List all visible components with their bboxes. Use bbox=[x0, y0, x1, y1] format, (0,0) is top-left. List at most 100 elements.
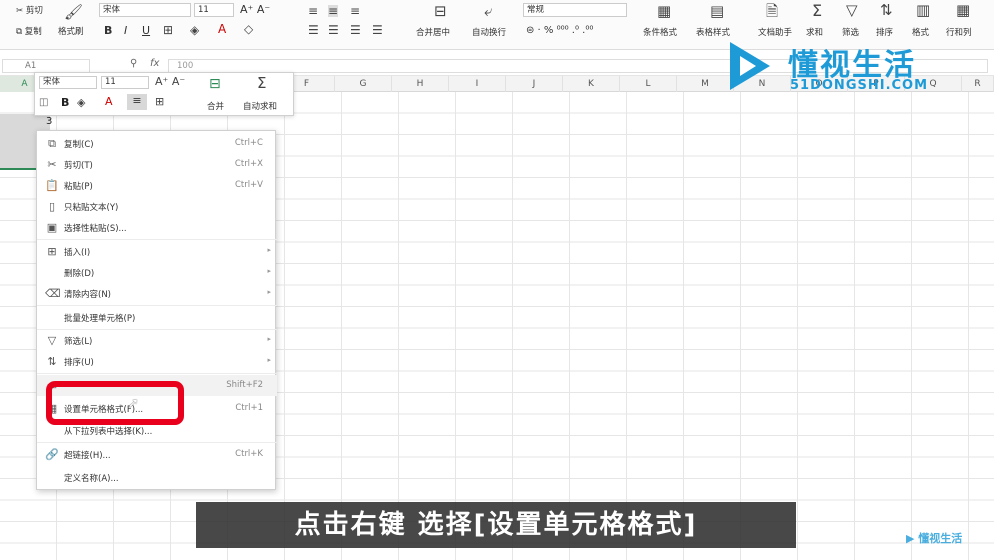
menu-item-delete[interactable]: 删除(D) ▸ bbox=[37, 262, 277, 283]
column-header-l[interactable]: L bbox=[620, 76, 677, 92]
watermark-logo: 懂视生活 51DONGSHI.COM bbox=[722, 38, 952, 98]
mini-toolbar: 宋体 11 A⁺ A⁻ ◫ B ◈ A ≡ ⊞ ⊟ 合并 Σ 自动求和 bbox=[34, 72, 294, 116]
align-center-icon[interactable]: ☰ bbox=[328, 24, 339, 36]
font-name-select[interactable]: 宋体 bbox=[99, 3, 191, 17]
watermark-domain: 51DONGSHI.COM bbox=[790, 78, 929, 93]
menu-item-paste-text[interactable]: ▯ 只粘贴文本(Y) bbox=[37, 196, 277, 217]
paste-special-icon: ▣ bbox=[46, 221, 58, 234]
mini-sum-icon[interactable]: Σ bbox=[257, 74, 266, 92]
copy-button[interactable]: ⧉ 复制 bbox=[16, 25, 42, 37]
merge-icon[interactable]: ⊟ bbox=[434, 4, 447, 19]
bold-button[interactable]: B bbox=[104, 24, 112, 37]
doc-helper-icon[interactable]: 🗎 bbox=[766, 4, 778, 19]
table-style-icon[interactable]: ▤ bbox=[710, 4, 724, 19]
merge-center-button[interactable]: 合并居中 bbox=[416, 26, 450, 38]
align-top-icon[interactable]: ≡ bbox=[308, 5, 318, 17]
zoom-icon[interactable]: ⚲ bbox=[130, 58, 137, 69]
font-color-icon[interactable]: A bbox=[218, 23, 226, 35]
menu-item-cut[interactable]: ✂ 剪切(T) Ctrl+X bbox=[37, 154, 277, 175]
menu-item-insert[interactable]: ⊞ 插入(I) ▸ bbox=[37, 241, 277, 262]
menu-item-paste[interactable]: 📋 粘贴(P) Ctrl+V bbox=[37, 175, 277, 196]
align-bottom-icon[interactable]: ≡ bbox=[350, 5, 360, 17]
align-left-icon[interactable]: ☰ bbox=[308, 24, 319, 36]
mini-border-icon[interactable]: ⊞ bbox=[155, 95, 164, 108]
sort-button[interactable]: 排序 bbox=[876, 26, 893, 38]
paste-icon: 📋 bbox=[45, 179, 59, 192]
align-middle-icon[interactable]: ≡ bbox=[328, 5, 339, 17]
mini-font-size[interactable]: 11 bbox=[101, 76, 149, 89]
format-button[interactable]: 格式 bbox=[912, 26, 929, 38]
fx-icon[interactable]: fx bbox=[150, 58, 159, 69]
menu-item-sort[interactable]: ⇅ 排序(U) ▸ bbox=[37, 351, 277, 372]
submenu-arrow-icon: ▸ bbox=[267, 335, 271, 343]
fill-color-icon[interactable]: ◈ bbox=[190, 24, 199, 36]
scissors-icon: ✂ bbox=[47, 158, 57, 171]
mouse-cursor-icon: ➚ bbox=[128, 396, 139, 411]
menu-item-copy[interactable]: ⧉ 复制(C) Ctrl+C bbox=[37, 133, 277, 154]
filter-button[interactable]: 筛选 bbox=[842, 26, 859, 38]
menu-separator bbox=[37, 305, 277, 306]
justify-icon[interactable]: ☰ bbox=[372, 24, 383, 36]
insert-icon: ⊞ bbox=[47, 245, 57, 258]
menu-item-clear-contents[interactable]: ⌫ 清除内容(N) ▸ bbox=[37, 283, 277, 304]
corner-play-icon: ▶ bbox=[906, 532, 919, 545]
wrap-icon[interactable]: ⤶ bbox=[484, 4, 492, 19]
rows-columns-icon[interactable]: ▦ bbox=[956, 3, 970, 18]
clear-format-icon[interactable]: ◇ bbox=[244, 23, 253, 35]
format-painter-button[interactable]: 格式刷 bbox=[58, 25, 84, 37]
submenu-arrow-icon: ▸ bbox=[267, 288, 271, 296]
format-icon[interactable]: ▥ bbox=[916, 3, 930, 18]
mini-autosum-button[interactable]: 自动求和 bbox=[243, 100, 277, 112]
sum-button[interactable]: 求和 bbox=[806, 26, 823, 38]
font-size-select[interactable]: 11 bbox=[194, 3, 234, 17]
mini-style-icon[interactable]: ◫ bbox=[39, 97, 48, 108]
format-painter-icon[interactable]: 🖌 bbox=[64, 5, 83, 20]
italic-button[interactable]: I bbox=[124, 24, 127, 37]
mini-font-color-icon[interactable]: A bbox=[105, 95, 113, 108]
menu-item-paste-special[interactable]: ▣ 选择性粘贴(S)... bbox=[37, 217, 277, 238]
menu-item-define-name[interactable]: 定义名称(A)... bbox=[37, 467, 277, 488]
mini-bold-button[interactable]: B bbox=[61, 96, 69, 109]
column-header-i[interactable]: I bbox=[449, 76, 506, 92]
submenu-arrow-icon: ▸ bbox=[267, 356, 271, 364]
menu-separator bbox=[37, 373, 277, 374]
highlight-box bbox=[46, 381, 184, 425]
mini-fill-color-icon[interactable]: ◈ bbox=[77, 96, 85, 109]
menu-item-hyperlink[interactable]: 🔗 超链接(H)... Ctrl+K bbox=[37, 444, 277, 465]
context-menu: ⧉ 复制(C) Ctrl+C ✂ 剪切(T) Ctrl+X 📋 粘贴(P) Ctrl+V ▯… bbox=[36, 130, 277, 490]
column-header-r[interactable]: R bbox=[962, 76, 994, 92]
mini-merge-button[interactable]: 合并 bbox=[207, 100, 224, 112]
play-logo-icon bbox=[730, 42, 770, 90]
column-header-k[interactable]: K bbox=[563, 76, 620, 92]
mini-merge-icon[interactable]: ⊟ bbox=[209, 76, 221, 92]
name-box[interactable]: A1 bbox=[2, 59, 90, 73]
mini-align-icon[interactable]: ≡ bbox=[127, 94, 147, 110]
cut-button[interactable]: ✂ 剪切 bbox=[16, 4, 43, 16]
eraser-icon: ⌫ bbox=[45, 287, 61, 300]
column-header-g[interactable]: G bbox=[335, 76, 392, 92]
conditional-format-button[interactable]: 条件格式 bbox=[643, 26, 677, 38]
column-header-j[interactable]: J bbox=[506, 76, 563, 92]
filter-icon: ▽ bbox=[47, 334, 57, 347]
table-style-button[interactable]: 表格样式 bbox=[696, 26, 730, 38]
filter-icon[interactable]: ▽ bbox=[846, 3, 858, 18]
border-icon[interactable]: ⊞ bbox=[163, 24, 173, 36]
underline-button[interactable]: U bbox=[142, 24, 150, 37]
mini-font-name[interactable]: 宋体 bbox=[39, 76, 97, 89]
mini-font-grow-icon[interactable]: A⁺ A⁻ bbox=[155, 75, 185, 88]
column-header-h[interactable]: H bbox=[392, 76, 449, 92]
number-format-select[interactable]: 常规 bbox=[523, 3, 627, 17]
conditional-format-icon[interactable]: ▦ bbox=[657, 4, 671, 19]
paste-text-icon: ▯ bbox=[48, 200, 56, 213]
font-grow-button[interactable]: A⁺ A⁻ bbox=[240, 3, 270, 16]
menu-separator bbox=[37, 239, 277, 240]
sum-icon[interactable]: Σ bbox=[812, 3, 822, 19]
sort-icon[interactable]: ⇅ bbox=[880, 3, 893, 18]
doc-helper-button[interactable]: 文档助手 bbox=[758, 26, 792, 38]
align-right-icon[interactable]: ☰ bbox=[350, 24, 361, 36]
rows-columns-button[interactable]: 行和列 bbox=[946, 26, 972, 38]
wrap-text-button[interactable]: 自动换行 bbox=[472, 26, 506, 38]
menu-item-filter[interactable]: ▽ 筛选(L) ▸ bbox=[37, 330, 277, 351]
menu-item-batch-process[interactable]: 批量处理单元格(P) bbox=[37, 307, 277, 328]
number-format-buttons[interactable]: ⊜ · % ⁰⁰⁰ .⁰ .⁰⁰ bbox=[526, 25, 593, 36]
